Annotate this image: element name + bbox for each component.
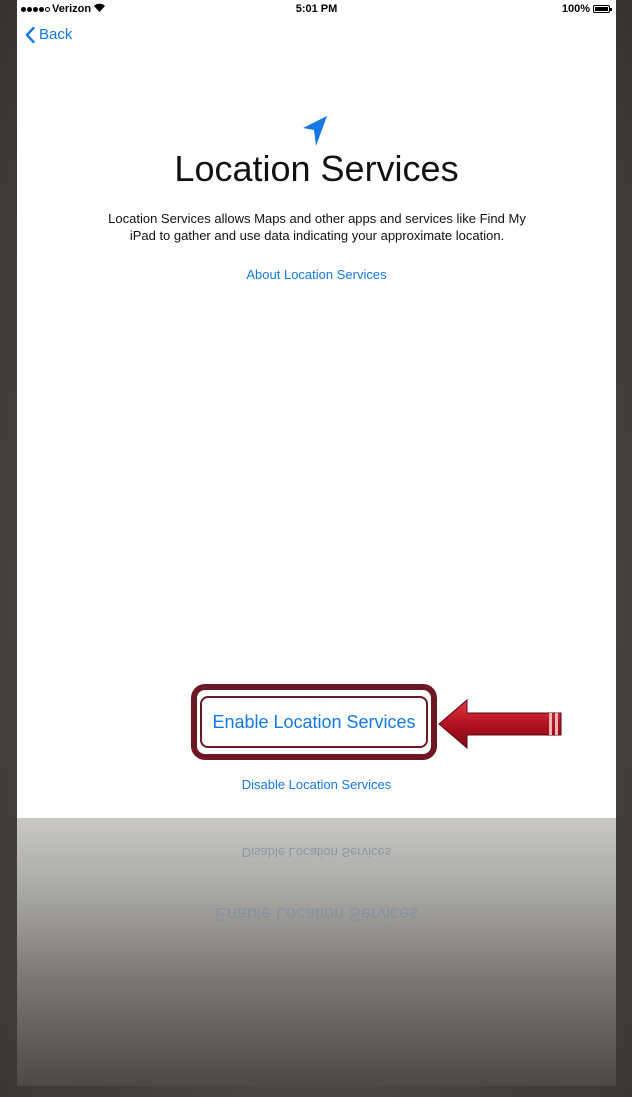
back-label: Back bbox=[39, 26, 73, 43]
reflection-disable-label: Disable Location Services bbox=[241, 845, 392, 860]
chevron-left-icon bbox=[25, 26, 35, 43]
status-bar: Verizon 5:01 PM 100% bbox=[17, 0, 616, 20]
highlight-frame: Enable Location Services bbox=[191, 684, 437, 760]
screen-reflection: Disable Location Services Enable Locatio… bbox=[17, 818, 616, 1086]
battery-status: 100% bbox=[561, 3, 612, 15]
reflection-enable-label: Enable Location Services bbox=[214, 904, 419, 924]
description-text: Location Services allows Maps and other … bbox=[108, 211, 526, 243]
battery-icon bbox=[593, 5, 612, 13]
disable-location-services-link[interactable]: Disable Location Services bbox=[17, 777, 616, 792]
location-arrow-icon bbox=[303, 116, 327, 146]
about-location-services-link[interactable]: About Location Services bbox=[17, 267, 616, 282]
enable-location-services-button[interactable]: Enable Location Services bbox=[200, 696, 428, 748]
page-title: Location Services bbox=[174, 148, 459, 189]
status-time: 5:01 PM bbox=[295, 3, 338, 15]
device-screen: Verizon 5:01 PM 100% Back Location Servi… bbox=[17, 0, 616, 818]
callout-arrow-icon bbox=[438, 698, 562, 750]
back-button[interactable]: Back bbox=[25, 26, 72, 43]
battery-percent: 100% bbox=[561, 3, 590, 15]
